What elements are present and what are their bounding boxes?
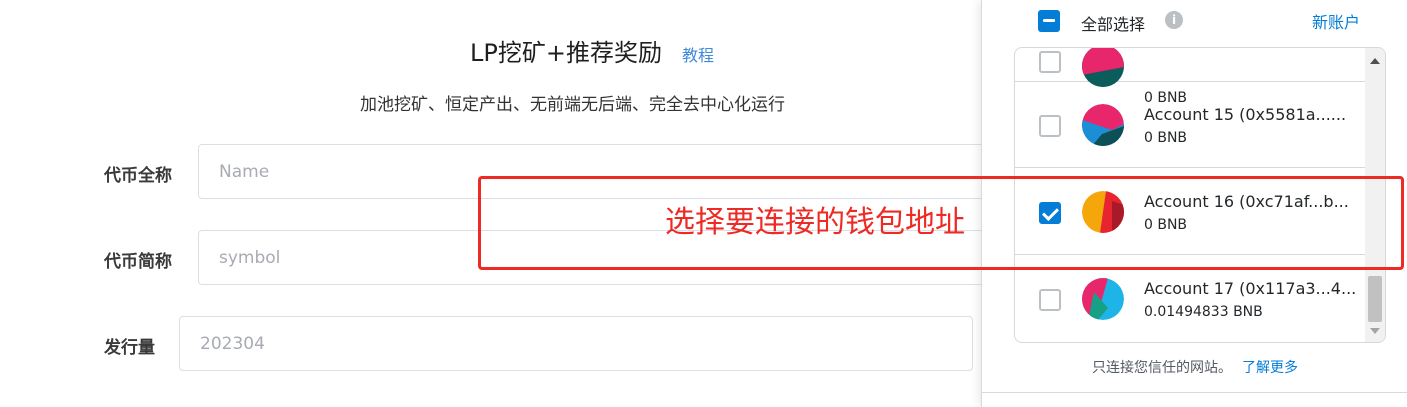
supply-label: 发行量 [104,338,155,358]
account-avatar [1082,278,1124,320]
account-avatar [1082,104,1124,146]
select-all-row: 全部选择 i 新账户 [982,0,1407,44]
account-balance: 0.01494833 BNB [1144,304,1263,320]
account-avatar [1082,48,1124,87]
account-row[interactable]: 0 BNB [1015,48,1365,106]
account-name: Account 17 (0x117a3...4... [1144,279,1357,298]
tutorial-link[interactable]: 教程 [682,42,714,66]
supply-input[interactable] [179,316,973,371]
learn-more-link[interactable]: 了解更多 [1242,360,1298,376]
trust-notice: 只连接您信任的网站。 了解更多 [1092,357,1298,377]
account-checkbox[interactable] [1039,289,1061,311]
account-checkbox[interactable] [1039,115,1061,137]
scroll-down-icon[interactable] [1370,328,1380,334]
account-checkbox[interactable] [1039,51,1061,73]
account-name: Account 15 (0x5581a...... [1144,105,1347,124]
token-name-label: 代币全称 [104,166,172,186]
select-all-checkbox[interactable] [1038,10,1060,32]
panel-divider [982,392,1407,393]
info-icon[interactable]: i [1165,11,1183,29]
page-subtitle: 加池挖矿、恒定产出、无前端无后端、完全去中心化运行 [360,95,785,115]
trust-notice-text: 只连接您信任的网站。 [1092,360,1232,376]
annotation-text: 选择要连接的钱包地址 [665,205,965,240]
account-row[interactable]: Account 15 (0x5581a...... 0 BNB [1015,82,1365,168]
account-balance: 0 BNB [1144,130,1188,146]
select-all-label: 全部选择 [1081,15,1146,34]
token-symbol-label: 代币简称 [104,252,172,272]
title-row: LP挖矿+推荐奖励 教程 [470,33,714,68]
scroll-up-icon[interactable] [1370,58,1380,64]
page: LP挖矿+推荐奖励 教程 加池挖矿、恒定产出、无前端无后端、完全去中心化运行 代… [0,0,1407,407]
new-account-link[interactable]: 新账户 [1312,9,1360,33]
page-title: LP挖矿+推荐奖励 [470,39,662,67]
scroll-thumb[interactable] [1368,276,1382,322]
